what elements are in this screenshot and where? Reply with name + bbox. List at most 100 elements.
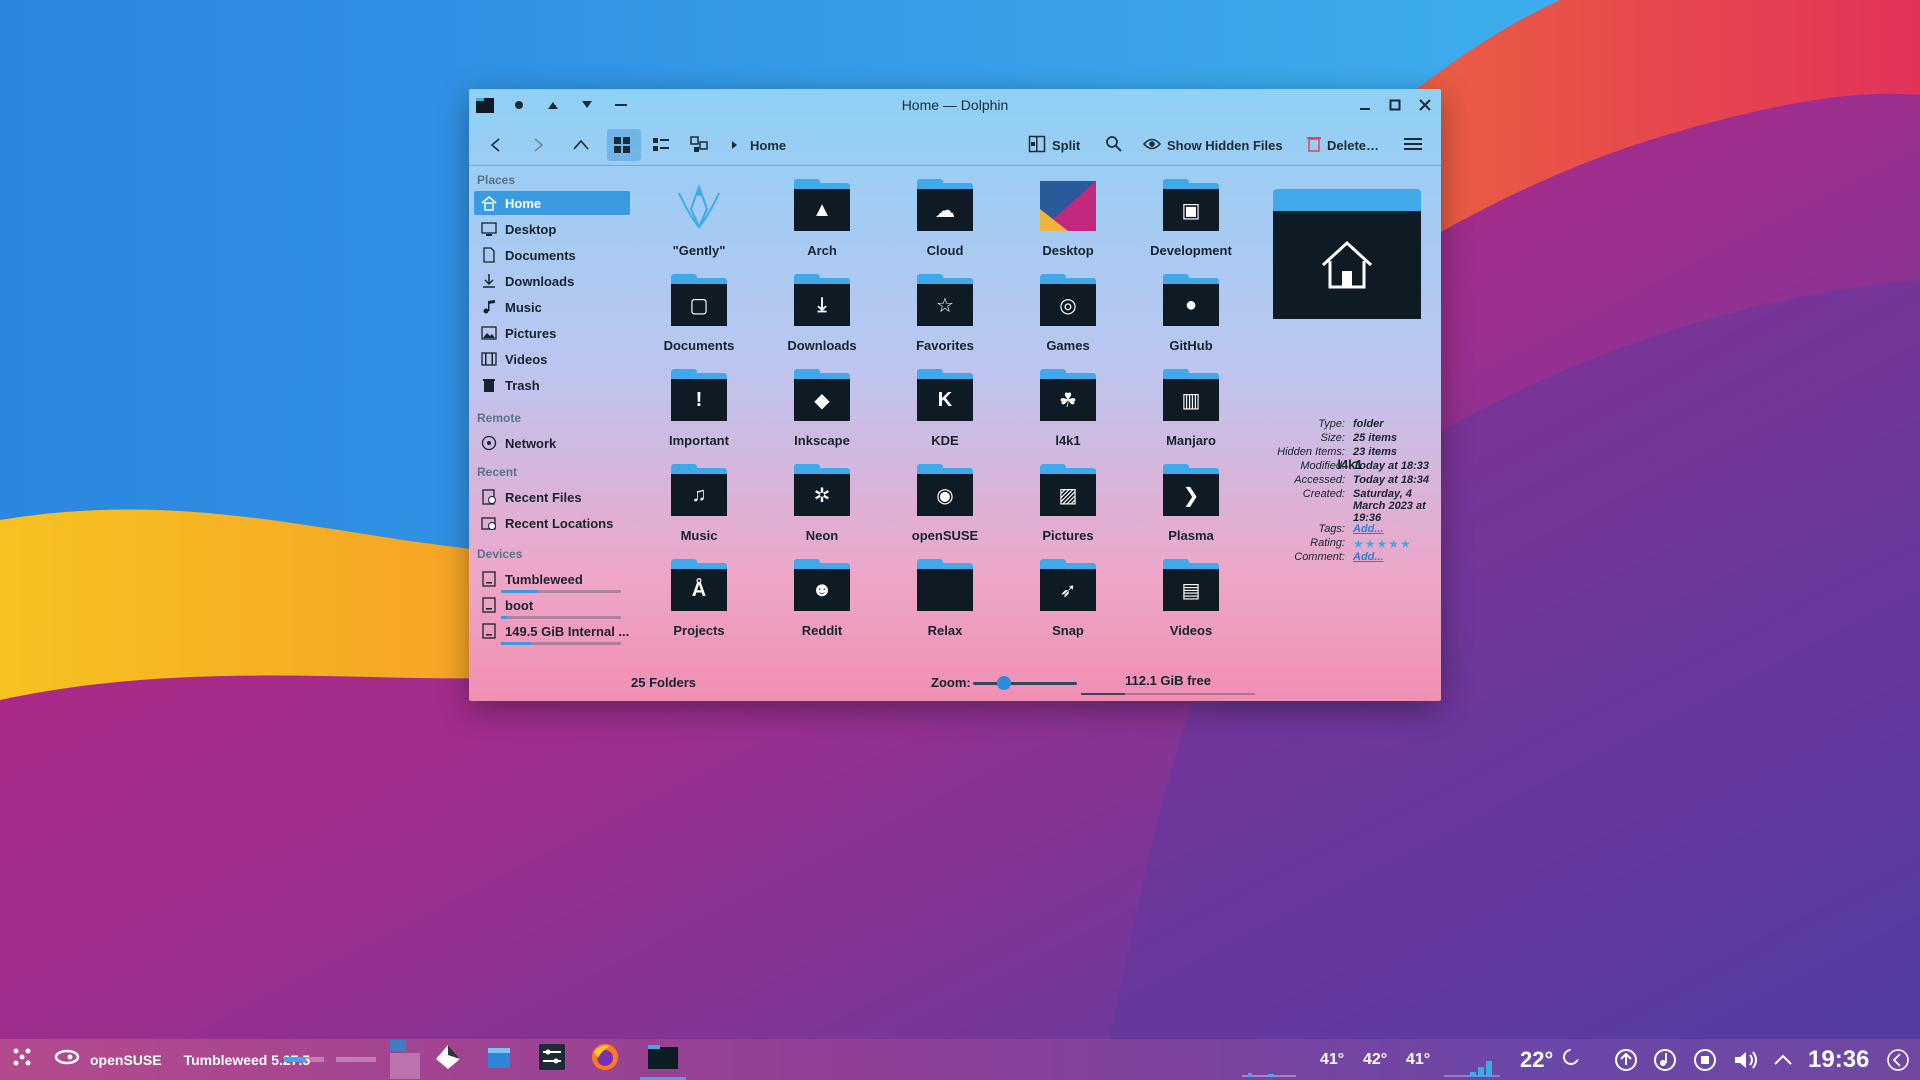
forward-button[interactable] xyxy=(525,129,551,161)
folder-item[interactable]: ◆ Inkscape xyxy=(762,369,882,461)
back-button[interactable] xyxy=(483,129,509,161)
free-space-bar xyxy=(1081,693,1255,695)
folder-item[interactable]: ▨ Pictures xyxy=(1008,464,1128,556)
free-space-indicator[interactable]: 112.1 GiB free xyxy=(1081,673,1255,695)
sidebar-item-pictures[interactable]: Pictures xyxy=(474,321,630,345)
sidebar-device-item[interactable]: 149.5 GiB Internal ... xyxy=(474,619,630,643)
folder-item[interactable]: ☘ l4k1 xyxy=(1008,369,1128,461)
folder-item[interactable]: ☆ Favorites xyxy=(885,274,1005,366)
task-discover[interactable] xyxy=(486,1039,512,1080)
sidebar-item-recent-files[interactable]: Recent Files xyxy=(474,485,630,509)
folder-emblem-icon: ☆ xyxy=(936,294,954,317)
folder-item[interactable]: Relax xyxy=(885,559,1005,651)
folder-item[interactable]: ♫ Music xyxy=(639,464,759,556)
temp-sensor-2[interactable]: 42° xyxy=(1363,1039,1387,1080)
minimize-icon[interactable] xyxy=(1355,95,1375,115)
sidebar-item-desktop[interactable]: Desktop xyxy=(474,217,630,241)
memory-meter[interactable] xyxy=(336,1039,376,1080)
hamburger-menu-icon xyxy=(1404,137,1422,154)
toolbar-divider xyxy=(469,165,1441,166)
details-view-button[interactable] xyxy=(684,129,714,161)
temp-sensor-3[interactable]: 41° xyxy=(1406,1039,1430,1080)
task-inkscape[interactable] xyxy=(434,1039,462,1080)
sidebar-item-recent-locations[interactable]: Recent Locations xyxy=(474,511,630,535)
task-dolphin[interactable] xyxy=(640,1039,686,1080)
sidebar-item-trash[interactable]: Trash xyxy=(474,373,630,397)
folder-item[interactable]: ◉ openSUSE xyxy=(885,464,1005,556)
info-meta-value: Saturday, 4 March 2023 at 19:36 xyxy=(1353,488,1426,524)
info-meta-key: Modified: xyxy=(1300,460,1345,472)
updates-tray-icon[interactable] xyxy=(1614,1039,1638,1080)
folder-item[interactable]: ! Important xyxy=(639,369,759,461)
sidebar-item-home[interactable]: Home xyxy=(474,191,630,215)
icons-view-button[interactable] xyxy=(607,129,641,161)
volume-icon[interactable] xyxy=(1733,1039,1759,1080)
network-icon xyxy=(481,435,497,451)
up-button[interactable] xyxy=(567,129,595,161)
close-icon[interactable] xyxy=(1415,95,1435,115)
show-hidden-files-button[interactable]: Show Hidden Files xyxy=(1137,129,1289,161)
network-graph-widget[interactable] xyxy=(1238,1039,1300,1080)
folder-item[interactable]: ▢ Documents xyxy=(639,274,759,366)
search-button[interactable] xyxy=(1099,129,1129,161)
sidebar-item-music[interactable]: Music xyxy=(474,295,630,319)
breadcrumb-arrow-icon[interactable] xyxy=(725,129,745,161)
hamburger-menu-button[interactable] xyxy=(1398,129,1428,161)
info-add-link[interactable]: Add... xyxy=(1353,551,1441,563)
sidebar-device-item[interactable]: Tumbleweed xyxy=(474,567,630,591)
breadcrumb[interactable]: Home xyxy=(744,129,792,161)
peek-desktop-icon[interactable] xyxy=(1886,1039,1910,1080)
folder-item[interactable]: K KDE xyxy=(885,369,1005,461)
info-add-link[interactable]: Add... xyxy=(1353,523,1441,535)
folder-label: Videos xyxy=(1169,623,1213,638)
compact-view-button[interactable] xyxy=(646,129,676,161)
folder-item[interactable]: ▤ Videos xyxy=(1131,559,1251,651)
distro-info[interactable]: openSUSE Tumbleweed 5.27.5 xyxy=(54,1039,310,1080)
breadcrumb-home[interactable]: Home xyxy=(750,138,786,153)
folder-item[interactable]: ● GitHub xyxy=(1131,274,1251,366)
folder-item[interactable]: Desktop xyxy=(1008,179,1128,271)
temp-value: 41° xyxy=(1320,1050,1345,1068)
folder-item[interactable]: ⤓ Downloads xyxy=(762,274,882,366)
folder-item[interactable]: ☁ Cloud xyxy=(885,179,1005,271)
task-system-settings[interactable] xyxy=(538,1039,566,1080)
trash-icon xyxy=(481,377,497,393)
weather-widget[interactable]: 22° xyxy=(1520,1039,1582,1080)
split-button[interactable]: Split xyxy=(1022,129,1086,161)
application-launcher[interactable] xyxy=(10,1039,34,1080)
zoom-slider[interactable] xyxy=(973,676,1077,690)
stop-tray-icon[interactable] xyxy=(1693,1039,1717,1080)
sidebar-item-downloads[interactable]: Downloads xyxy=(474,269,630,293)
maximize-icon[interactable] xyxy=(1385,95,1405,115)
folder-item[interactable]: ▥ Manjaro xyxy=(1131,369,1251,461)
folder-item[interactable]: ☻ Reddit xyxy=(762,559,882,651)
zoom-slider-handle[interactable] xyxy=(997,676,1011,690)
sidebar-item-documents[interactable]: Documents xyxy=(474,243,630,267)
folder-item[interactable]: ◎ Games xyxy=(1008,274,1128,366)
task-firefox[interactable] xyxy=(590,1039,620,1080)
gently-folder-icon xyxy=(669,179,729,235)
sidebar-item-network[interactable]: Network xyxy=(474,431,630,455)
folder-item[interactable]: ➶ Snap xyxy=(1008,559,1128,651)
folder-item[interactable]: Å Projects xyxy=(639,559,759,651)
pager-widget[interactable] xyxy=(386,1039,420,1080)
folder-item[interactable]: ❯ Plasma xyxy=(1131,464,1251,556)
folder-label: Important xyxy=(669,433,729,448)
folder-item[interactable]: ✲ Neon xyxy=(762,464,882,556)
folder-item[interactable]: ▣ Development xyxy=(1131,179,1251,271)
cpu-meter[interactable] xyxy=(284,1039,324,1080)
folder-icon: ☁ xyxy=(915,179,975,235)
folder-item[interactable]: ▲ Arch xyxy=(762,179,882,271)
temp-value: 41° xyxy=(1406,1050,1431,1068)
delete-button[interactable]: Delete… xyxy=(1301,129,1385,161)
sidebar-device-item[interactable]: boot xyxy=(474,593,630,617)
temp-sensor-1[interactable]: 41° xyxy=(1320,1039,1344,1080)
tray-expander-icon[interactable] xyxy=(1774,1039,1792,1080)
title-bar[interactable]: Home — Dolphin xyxy=(469,89,1441,121)
system-load-graph[interactable] xyxy=(1442,1039,1502,1080)
media-player-tray-icon[interactable] xyxy=(1653,1039,1677,1080)
digital-clock[interactable]: 19:36 xyxy=(1808,1039,1869,1080)
sidebar-item-videos[interactable]: Videos xyxy=(474,347,630,371)
folder-item[interactable]: "Gently" xyxy=(639,179,759,271)
rating-stars[interactable]: ★★★★★ xyxy=(1353,537,1441,551)
